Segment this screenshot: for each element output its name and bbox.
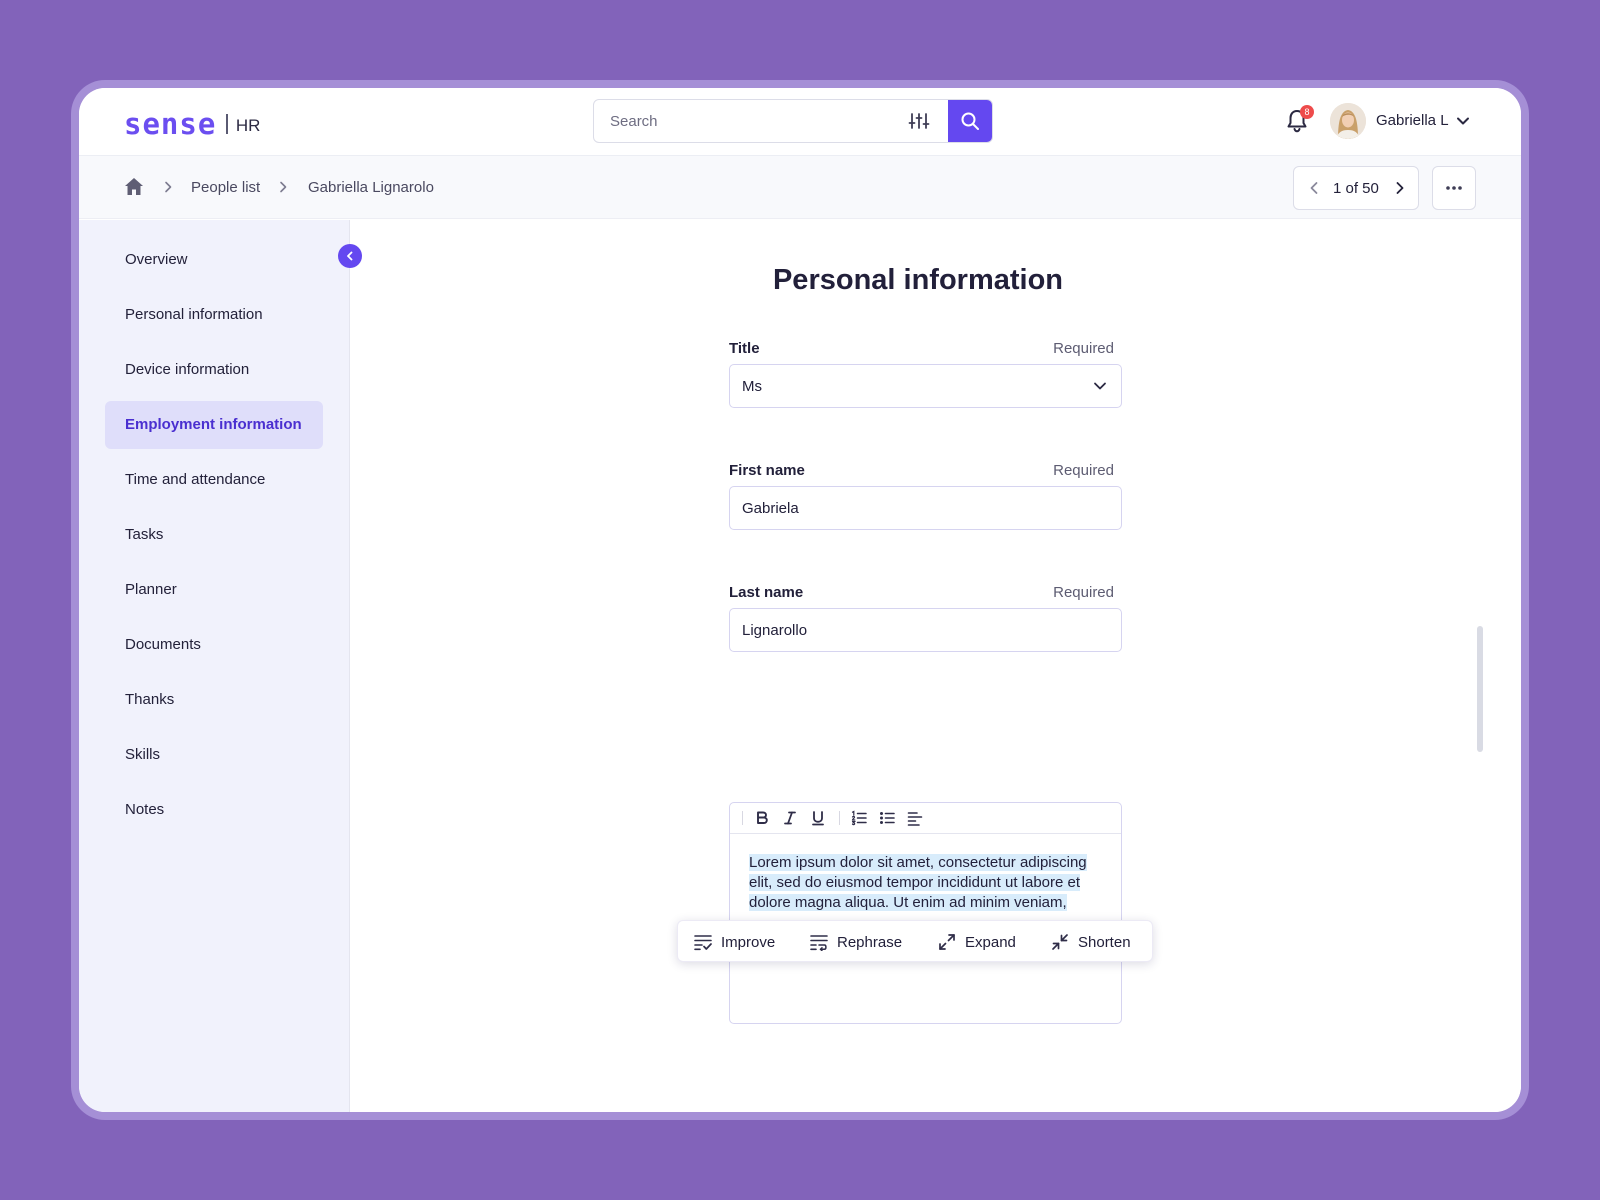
- title-required-hint: Required: [1053, 340, 1114, 357]
- filter-sliders-icon[interactable]: [908, 111, 930, 131]
- chevron-down-icon: [1094, 382, 1106, 390]
- scrollbar[interactable]: [1477, 626, 1483, 752]
- home-icon[interactable]: [124, 177, 144, 196]
- more-horizontal-icon: [1446, 186, 1462, 190]
- bold-icon[interactable]: [754, 810, 770, 826]
- last-name-field[interactable]: [730, 609, 1121, 651]
- sidebar-item-thanks[interactable]: Thanks: [105, 676, 323, 724]
- editor-selected-text[interactable]: Lorem ipsum dolor sit amet, consectetur …: [749, 853, 1101, 913]
- app-window: sense HR 8: [79, 88, 1521, 1112]
- logo-wordmark: sense: [124, 107, 217, 141]
- italic-icon[interactable]: [782, 810, 798, 826]
- record-pager: 1 of 50: [1293, 166, 1419, 210]
- sidebar-item-employment-information[interactable]: Employment information: [105, 401, 323, 449]
- search-icon: [961, 112, 979, 130]
- sidebar-item-personal-information[interactable]: Personal information: [105, 291, 323, 339]
- chevron-left-icon: [347, 251, 353, 261]
- sidebar-item-documents[interactable]: Documents: [105, 621, 323, 669]
- rephrase-button[interactable]: Rephrase: [810, 921, 902, 963]
- toolbar-divider: [742, 811, 743, 825]
- expand-button[interactable]: Expand: [938, 921, 1016, 963]
- sidebar-item-time-and-attendance[interactable]: Time and attendance: [105, 456, 323, 504]
- chevron-right-icon[interactable]: [1390, 178, 1410, 198]
- logo-divider: [226, 114, 228, 134]
- search-input[interactable]: [594, 100, 934, 142]
- sidebar-item-device-information[interactable]: Device information: [105, 346, 323, 394]
- align-left-icon[interactable]: [907, 810, 923, 826]
- notification-badge: 8: [1300, 105, 1314, 119]
- ai-action-menu: Improve Rephrase Expand Shorten: [677, 920, 1153, 962]
- last-name-label: Last name: [729, 584, 804, 601]
- first-name-field[interactable]: [730, 487, 1121, 529]
- last-name-required-hint: Required: [1053, 584, 1114, 601]
- first-name-required-hint: Required: [1053, 462, 1114, 479]
- sidebar-item-planner[interactable]: Planner: [105, 566, 323, 614]
- first-name-label: First name: [729, 462, 805, 479]
- page-title: Personal information: [772, 264, 1064, 296]
- sidebar-item-skills[interactable]: Skills: [105, 731, 323, 779]
- sidebar-item-overview[interactable]: Overview: [105, 236, 323, 284]
- more-options-button[interactable]: [1432, 166, 1476, 210]
- chevron-left-icon[interactable]: [1304, 178, 1324, 198]
- app-logo[interactable]: sense HR: [124, 107, 261, 141]
- rephrase-label: Rephrase: [837, 933, 903, 951]
- title-select-value: Ms: [742, 378, 762, 395]
- main-content: Personal information Title Required Ms F…: [351, 220, 1521, 1112]
- editor-text-content: Lorem ipsum dolor sit amet, consectetur …: [749, 854, 1087, 911]
- search-bar: [593, 99, 993, 143]
- shorten-button[interactable]: Shorten: [1051, 921, 1131, 963]
- editor-toolbar: [730, 803, 1121, 834]
- shorten-label: Shorten: [1078, 933, 1131, 951]
- improve-icon: [694, 935, 712, 951]
- collapse-sidebar-button[interactable]: [338, 244, 362, 268]
- rich-text-editor[interactable]: Lorem ipsum dolor sit amet, consectetur …: [729, 802, 1122, 1024]
- underline-icon[interactable]: [810, 810, 826, 826]
- breadcrumb: People list Gabriella Lignarolo 1 of 50: [79, 156, 1521, 219]
- improve-label: Improve: [721, 933, 776, 951]
- search-button[interactable]: [948, 100, 992, 142]
- expand-icon: [939, 934, 955, 950]
- title-label: Title: [729, 340, 760, 357]
- ordered-list-icon[interactable]: [851, 810, 867, 826]
- toolbar-divider: [839, 811, 840, 825]
- sidebar-item-tasks[interactable]: Tasks: [105, 511, 323, 559]
- sidebar: Overview Personal information Device inf…: [79, 220, 350, 1112]
- top-header: sense HR 8: [79, 88, 1521, 156]
- first-name-field-wrapper: [729, 486, 1122, 530]
- sidebar-item-notes[interactable]: Notes: [105, 786, 323, 834]
- improve-button[interactable]: Improve: [694, 921, 775, 963]
- user-portrait-icon: [1330, 103, 1366, 139]
- breadcrumb-current: Gabriella Lignarolo: [308, 179, 434, 196]
- title-select[interactable]: Ms: [729, 364, 1122, 408]
- user-name[interactable]: Gabriella L: [1376, 112, 1449, 129]
- rephrase-icon: [810, 935, 828, 951]
- shorten-icon: [1052, 934, 1068, 950]
- breadcrumb-people-list[interactable]: People list: [191, 179, 260, 196]
- chevron-right-icon: [165, 181, 172, 193]
- expand-label: Expand: [965, 933, 1016, 951]
- chevron-right-icon: [280, 181, 287, 193]
- last-name-field-wrapper: [729, 608, 1122, 652]
- pager-position: 1 of 50: [1333, 180, 1379, 197]
- chevron-down-icon[interactable]: [1456, 114, 1470, 128]
- logo-suffix: HR: [235, 116, 261, 135]
- bullet-list-icon[interactable]: [879, 810, 895, 826]
- avatar[interactable]: [1330, 103, 1366, 139]
